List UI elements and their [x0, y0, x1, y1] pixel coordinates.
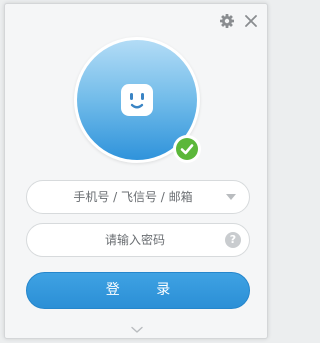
question-icon[interactable]: ?: [225, 232, 241, 248]
account-placeholder: 手机号 / 飞信号 / 邮箱: [73, 190, 193, 204]
close-button[interactable]: [243, 13, 259, 29]
chevron-down-icon[interactable]: [226, 194, 236, 201]
password-placeholder: 请输入密码: [104, 233, 165, 247]
robot-face-icon: [121, 84, 153, 116]
checkmark-icon: [180, 144, 194, 155]
gear-icon: [220, 14, 234, 28]
login-window: 手机号 / 飞信号 / 邮箱 请输入密码 ? 登 录: [4, 3, 268, 339]
account-field[interactable]: 手机号 / 飞信号 / 邮箱: [26, 180, 250, 214]
status-dot: [176, 138, 198, 160]
chevron-down-icon: [131, 326, 143, 333]
password-field[interactable]: 请输入密码 ?: [26, 223, 250, 257]
close-icon: [245, 15, 257, 27]
settings-button[interactable]: [219, 13, 235, 29]
expand-button[interactable]: [131, 319, 143, 333]
status-badge: [173, 135, 201, 163]
login-button-label: 登 录: [105, 282, 187, 298]
login-button[interactable]: 登 录: [26, 272, 250, 309]
